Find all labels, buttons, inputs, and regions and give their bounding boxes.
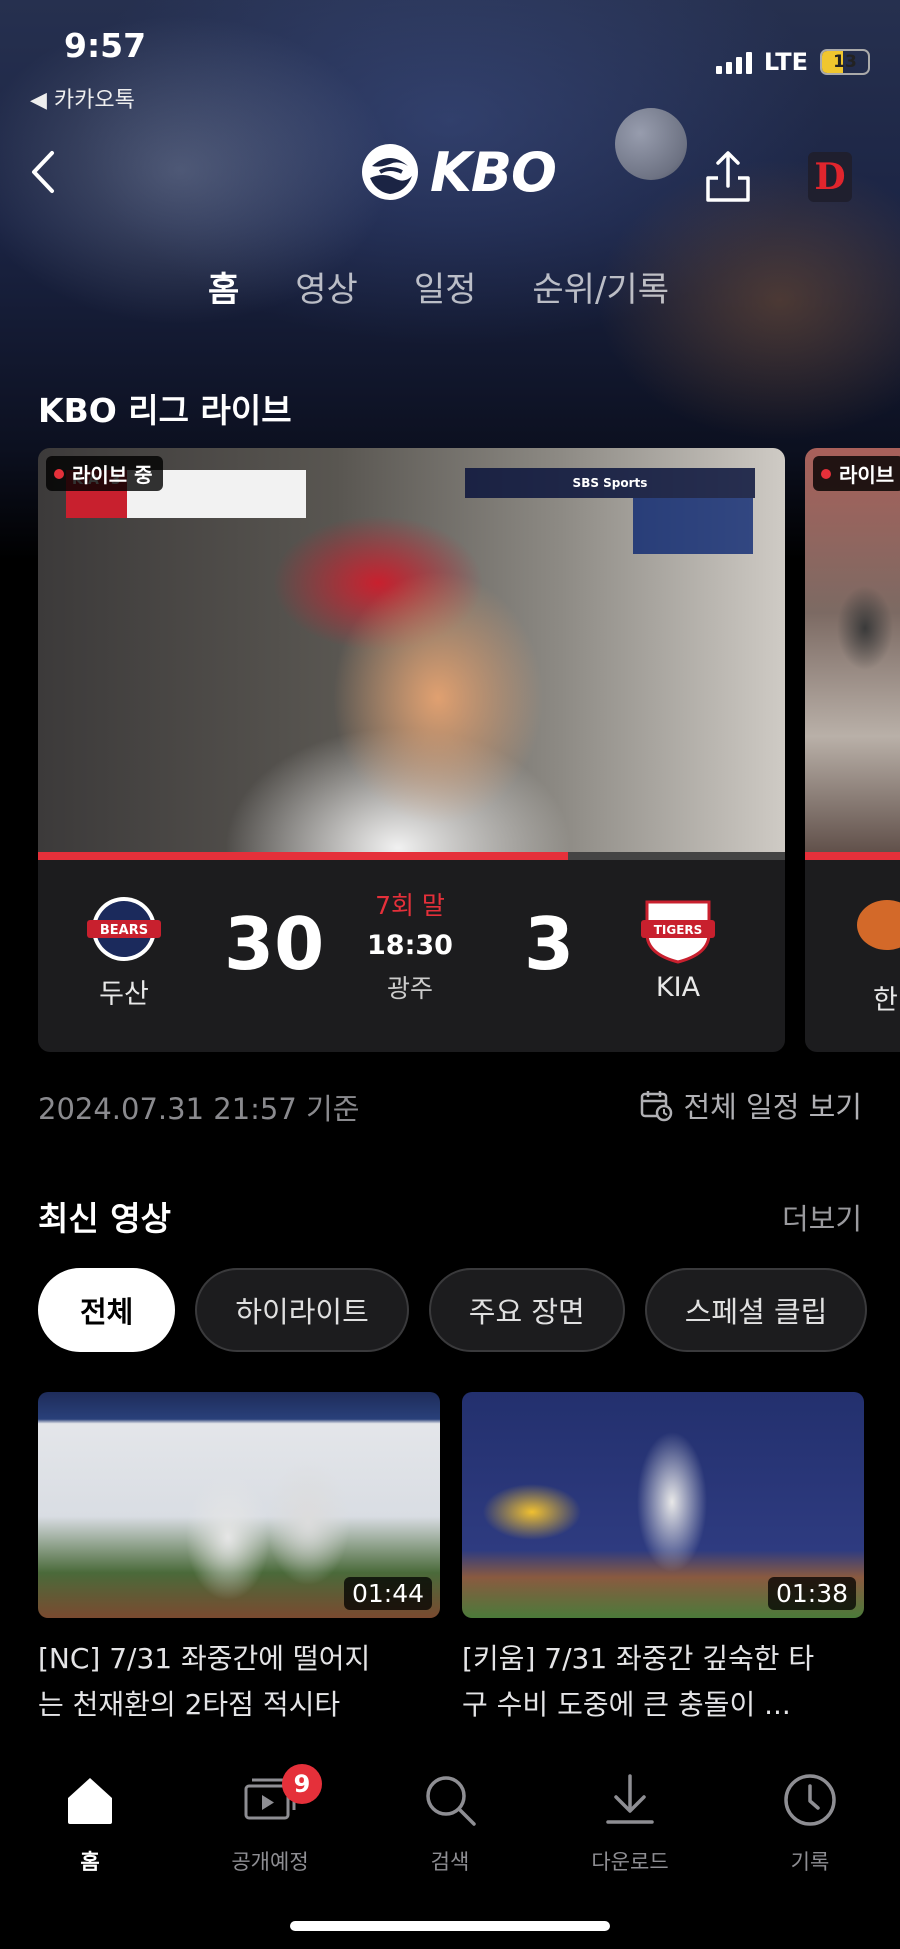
nav-download[interactable]: 다운로드	[560, 1770, 700, 1876]
back-to-app-link[interactable]: ◀ 카카오톡	[30, 82, 135, 114]
nav-search-label: 검색	[430, 1850, 470, 1874]
home-team: BEARS 두산	[64, 894, 184, 1011]
stadium: 광주	[386, 974, 433, 1003]
download-icon	[606, 1774, 654, 1824]
live-game-card[interactable]: KIA 3 SBS Sports 라이브 중 BEARS 두산 30 7회 말 …	[38, 448, 785, 1052]
live-badge-label: 라이브 중	[72, 463, 153, 487]
filter-special-clips[interactable]: 스페셜 클립	[644, 1268, 868, 1352]
inning: 7회 말	[375, 891, 445, 920]
battery-icon: 13	[820, 49, 870, 75]
tigers-logo-icon: TIGERS	[641, 900, 715, 964]
video-item[interactable]: 01:38 [키움] 7/31 좌중간 깊숙한 타 구 수비 도중에 큰 충돌이…	[462, 1392, 864, 1728]
live-dot-icon	[821, 468, 831, 479]
battery-level: 13	[833, 52, 857, 72]
full-schedule-link[interactable]: 전체 일정 보기	[639, 1084, 862, 1126]
bears-logo-icon: BEARS	[87, 897, 161, 961]
share-button[interactable]	[700, 148, 756, 204]
network-type: LTE	[763, 48, 808, 76]
updated-timestamp: 2024.07.31 21:57 기준	[38, 1092, 360, 1126]
nav-upcoming-label: 공개예정	[231, 1850, 309, 1874]
kbo-emblem-icon	[362, 144, 418, 200]
live-section-title: KBO 리그 라이브	[38, 391, 292, 430]
video-title[interactable]: [NC] 7/31 좌중간에 떨어지 는 천재환의 2타점 적시타	[38, 1636, 440, 1728]
nav-search[interactable]: 검색	[380, 1770, 520, 1876]
full-schedule-label: 전체 일정 보기	[683, 1090, 862, 1124]
video-title-line: 는 천재환의 2타점 적시타	[38, 1688, 341, 1721]
tab-home[interactable]: 홈	[208, 262, 239, 311]
away-team: TIGERS KIA	[618, 894, 738, 1003]
live-video[interactable]: KIA 3 SBS Sports 라이브 중	[38, 448, 785, 860]
main-tabs: 홈 영상 일정 순위/기록	[208, 262, 669, 311]
nav-history-label: 기록	[790, 1850, 830, 1874]
bottom-navigation: 홈 9 공개예정 검색 다운로드 기록	[0, 1730, 900, 1949]
videos-section-title: 최신 영상	[38, 1199, 171, 1238]
live-badge: 라이브 중	[46, 456, 163, 491]
video-title-line: 구 수비 도중에 큰 충돌이 ...	[462, 1688, 791, 1721]
filter-highlights[interactable]: 하이라이트	[195, 1268, 409, 1352]
video-title-line: [키움] 7/31 좌중간 깊숙한 타	[462, 1642, 815, 1675]
away-logo-text: TIGERS	[654, 923, 703, 937]
eagles-logo-icon	[857, 900, 900, 950]
more-videos-link[interactable]: 더보기	[782, 1196, 862, 1238]
team-d-icon: D	[814, 156, 846, 198]
back-button[interactable]	[30, 145, 70, 199]
broadcaster-overlay: SBS Sports	[465, 468, 755, 498]
tab-standings[interactable]: 순위/기록	[532, 262, 669, 311]
live-video-next[interactable]: 라이브	[805, 448, 900, 860]
scoreboard-next: 한	[805, 860, 900, 1052]
away-team-name: KIA	[655, 972, 701, 1003]
share-icon	[706, 151, 750, 202]
filter-key-plays[interactable]: 주요 장면	[428, 1268, 625, 1352]
video-title[interactable]: [키움] 7/31 좌중간 깊숙한 타 구 수비 도중에 큰 충돌이 ...	[462, 1636, 864, 1728]
game-time: 18:30	[367, 930, 453, 961]
live-dot-icon	[54, 468, 64, 479]
video-title-line: [NC] 7/31 좌중간에 떨어지	[38, 1642, 371, 1675]
signal-icon	[715, 50, 752, 74]
home-score: 30	[224, 902, 325, 986]
history-icon	[784, 1774, 836, 1826]
live-badge-next: 라이브	[813, 456, 900, 491]
search-icon	[426, 1776, 476, 1826]
live-game-card-next[interactable]: 라이브 한	[805, 448, 900, 1052]
playback-progress	[38, 852, 785, 860]
upcoming-badge: 9	[282, 1764, 322, 1804]
game-info: 7회 말 18:30 광주	[348, 886, 472, 1005]
video-filter-chips: 전체 하이라이트 주요 장면 스페셜 클립	[38, 1268, 868, 1352]
home-icon	[68, 1778, 112, 1824]
nav-home[interactable]: 홈	[20, 1770, 160, 1876]
favorite-team-button[interactable]: D	[808, 152, 852, 202]
filter-all[interactable]: 전체	[38, 1268, 176, 1352]
baseball-image	[615, 108, 687, 180]
calendar-clock-icon	[641, 1091, 673, 1122]
nav-home-label: 홈	[80, 1850, 100, 1874]
logo-text: KBO	[430, 140, 557, 204]
chevron-left-icon	[32, 151, 54, 193]
home-indicator[interactable]	[290, 1921, 610, 1931]
nav-history[interactable]: 기록	[740, 1770, 880, 1876]
next-team-name: 한	[873, 985, 898, 1016]
status-indicators: LTE 13	[715, 48, 870, 76]
video-thumbnail[interactable]: 01:44	[38, 1392, 440, 1618]
nav-download-label: 다운로드	[591, 1850, 669, 1874]
scoreboard: BEARS 두산 30 7회 말 18:30 광주 3 TIGERS KIA	[38, 860, 785, 1052]
playback-progress-fill	[38, 852, 569, 860]
video-item[interactable]: 01:44 [NC] 7/31 좌중간에 떨어지 는 천재환의 2타점 적시타	[38, 1392, 440, 1728]
video-thumbnail[interactable]: 01:38	[462, 1392, 864, 1618]
video-duration: 01:44	[343, 1577, 432, 1610]
tab-videos[interactable]: 영상	[295, 262, 358, 311]
live-badge-label-next: 라이브	[839, 463, 895, 487]
broadcast-info-box	[633, 498, 753, 554]
home-team-name: 두산	[99, 979, 149, 1010]
tab-schedule[interactable]: 일정	[414, 262, 477, 311]
away-score: 3	[524, 902, 575, 986]
status-time: 9:57	[64, 26, 147, 65]
video-list: 01:44 [NC] 7/31 좌중간에 떨어지 는 천재환의 2타점 적시타 …	[38, 1392, 864, 1728]
home-logo-text: BEARS	[100, 923, 148, 938]
video-duration: 01:38	[767, 1577, 856, 1610]
kbo-logo: KBO	[358, 140, 557, 204]
video-frame-next	[805, 448, 900, 860]
nav-upcoming[interactable]: 9 공개예정	[200, 1764, 340, 1876]
playback-progress-next	[805, 852, 900, 860]
